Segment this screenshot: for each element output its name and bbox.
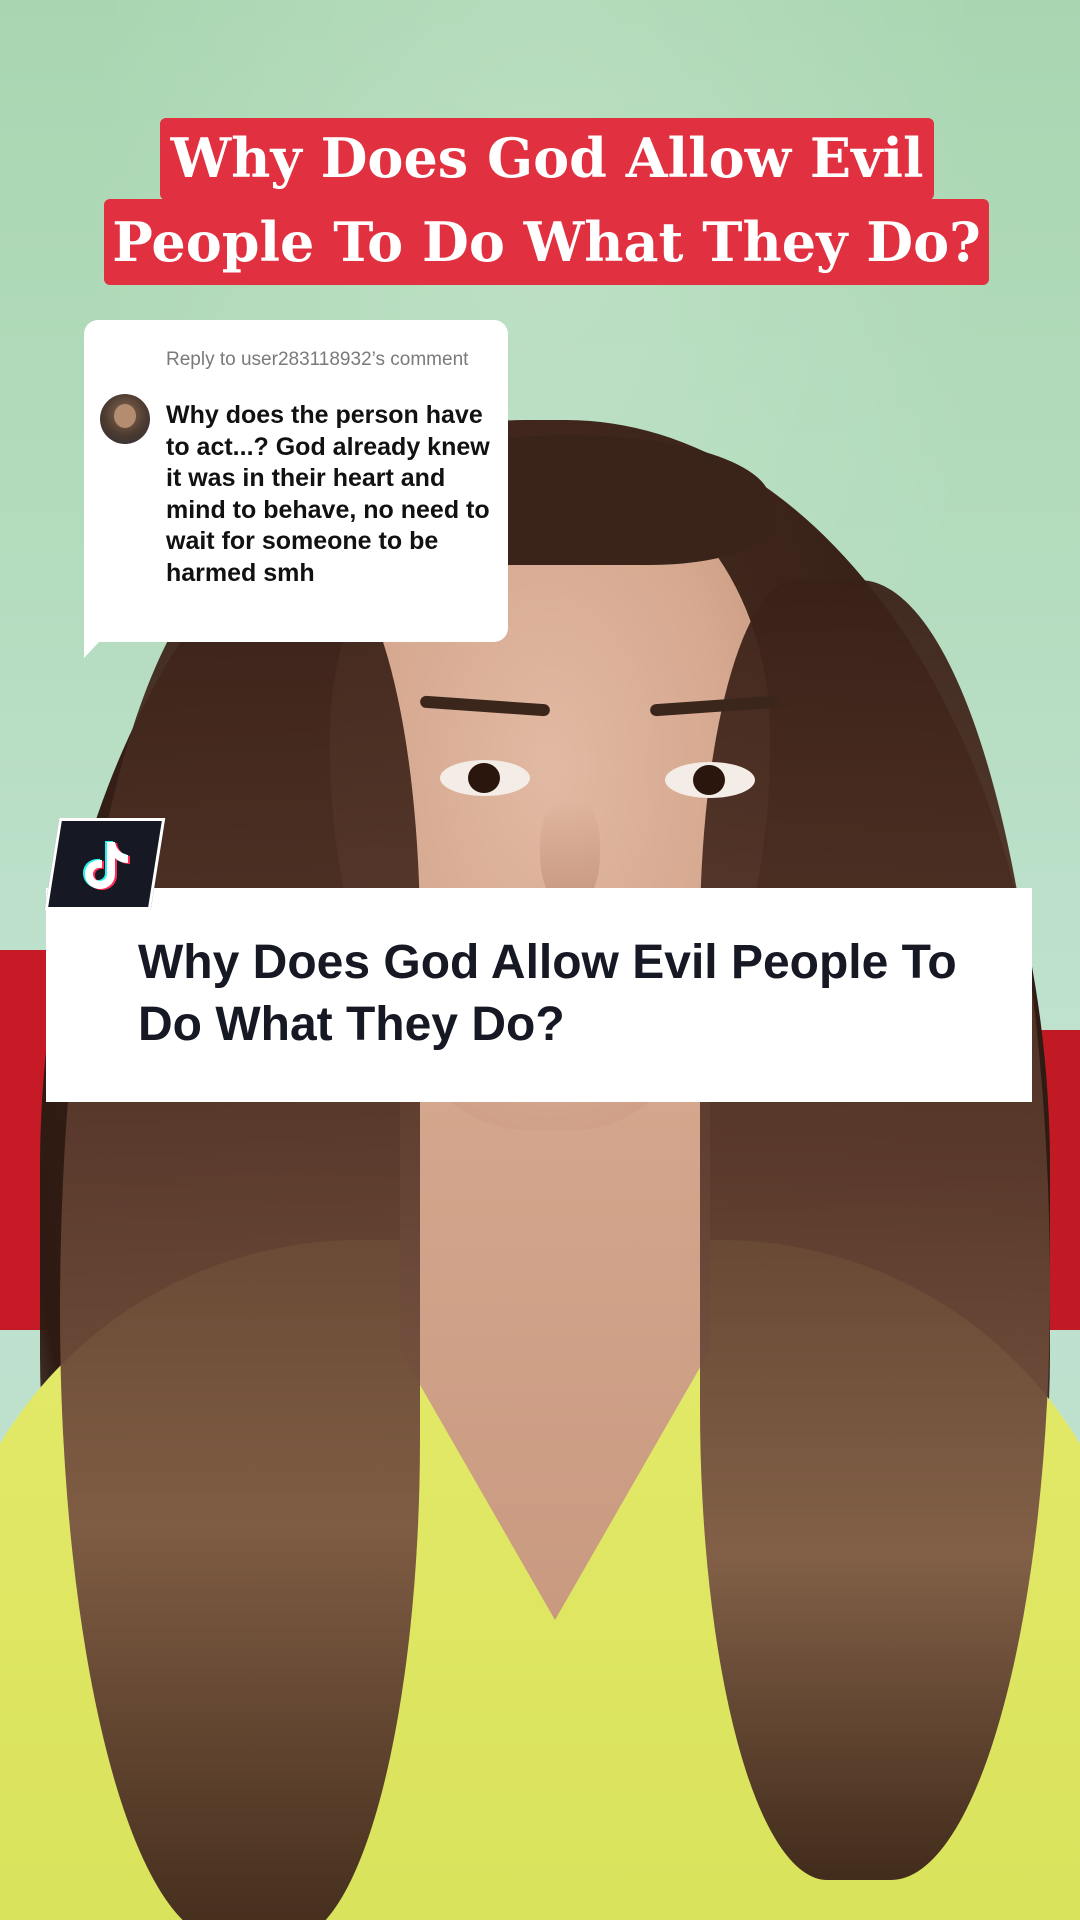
tiktok-logo-icon (83, 841, 130, 890)
reply-header: Reply to user283118932’s comment (166, 349, 469, 370)
video-frame[interactable]: Why Does God Allow Evil People To Do Wha… (0, 0, 1080, 1920)
title-banner-line-2: People To Do What They Do? (104, 199, 989, 285)
commenter-avatar[interactable] (100, 394, 150, 444)
left-eye (440, 760, 530, 796)
caption-text: Why Does God Allow Evil People To Do Wha… (138, 936, 957, 1051)
reply-bubble-tail (84, 626, 114, 658)
reply-comment-sticker[interactable]: Reply to user283118932’s comment Why doe… (84, 320, 508, 642)
title-banner-line-1: Why Does God Allow Evil (160, 118, 934, 200)
reply-comment-text: Why does the person have to act...? God … (166, 401, 490, 587)
right-eye (665, 762, 755, 798)
caption-card: Why Does God Allow Evil People To Do Wha… (46, 888, 1032, 1102)
